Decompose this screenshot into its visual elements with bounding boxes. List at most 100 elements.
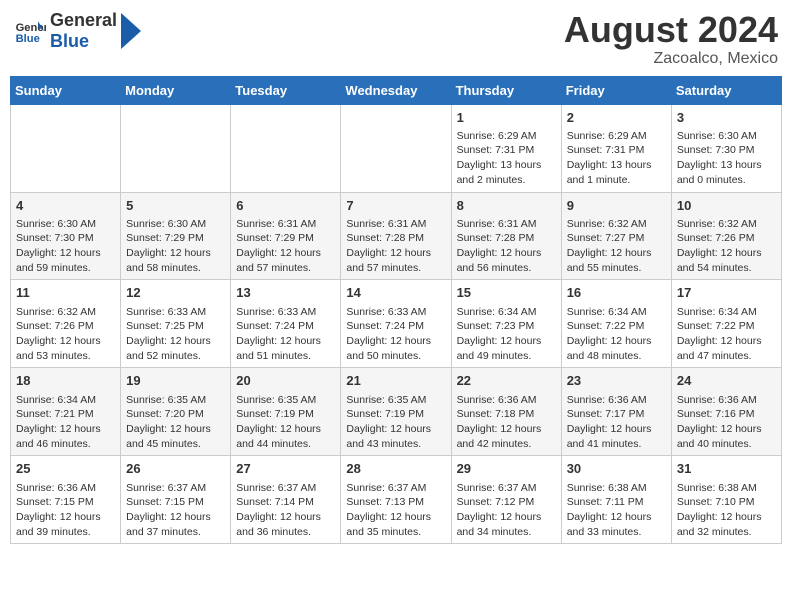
day-number: 6 [236,197,335,215]
day-info-line: Sunrise: 6:31 AM [236,217,335,232]
day-info-line: Daylight: 12 hours [16,246,115,261]
calendar-cell: 25Sunrise: 6:36 AMSunset: 7:15 PMDayligh… [11,456,121,544]
calendar-cell: 18Sunrise: 6:34 AMSunset: 7:21 PMDayligh… [11,368,121,456]
day-info-line: Daylight: 12 hours [346,422,445,437]
calendar-cell: 4Sunrise: 6:30 AMSunset: 7:30 PMDaylight… [11,192,121,280]
day-info-line: Daylight: 12 hours [677,246,776,261]
day-info-line: and 58 minutes. [126,261,225,276]
day-info-line: Sunrise: 6:37 AM [457,481,556,496]
calendar-cell: 11Sunrise: 6:32 AMSunset: 7:26 PMDayligh… [11,280,121,368]
day-info-line: Daylight: 12 hours [457,246,556,261]
day-info-line: Sunrise: 6:32 AM [677,217,776,232]
day-number: 28 [346,460,445,478]
day-info-line: Sunset: 7:26 PM [16,319,115,334]
day-info-line: Sunrise: 6:36 AM [457,393,556,408]
calendar-cell: 22 Sunrise: 6:36 AMSunset: 7:18 PMDayligh… [451,368,561,456]
day-info-line: Sunset: 7:11 PM [567,495,666,510]
day-info-line: and 52 minutes. [126,349,225,364]
calendar-cell: 30Sunrise: 6:38 AMSunset: 7:11 PMDayligh… [561,456,671,544]
day-info-line: Sunset: 7:13 PM [346,495,445,510]
day-info-line: Sunset: 7:14 PM [236,495,335,510]
calendar-week-row: 4Sunrise: 6:30 AMSunset: 7:30 PMDaylight… [11,192,782,280]
calendar-cell: 21Sunrise: 6:35 AMSunset: 7:19 PMDayligh… [341,368,451,456]
day-info-line: and 41 minutes. [567,437,666,452]
day-info-line: Sunrise: 6:34 AM [457,305,556,320]
day-info-line: Daylight: 12 hours [567,422,666,437]
day-info-line: Daylight: 13 hours [677,158,776,173]
day-info-line: Sunset: 7:20 PM [126,407,225,422]
month-year-title: August 2024 [564,10,778,50]
calendar-cell: 7Sunrise: 6:31 AMSunset: 7:28 PMDaylight… [341,192,451,280]
calendar-cell: 13Sunrise: 6:33 AMSunset: 7:24 PMDayligh… [231,280,341,368]
day-info-line: Sunset: 7:27 PM [567,231,666,246]
logo: General Blue General Blue [14,10,141,52]
day-number: 23 [567,372,666,390]
day-info-line: and 49 minutes. [457,349,556,364]
day-info-line: and 44 minutes. [236,437,335,452]
calendar-cell: 2Sunrise: 6:29 AMSunset: 7:31 PMDaylight… [561,104,671,192]
day-number: 14 [346,284,445,302]
day-number: 17 [677,284,776,302]
day-number: 18 [16,372,115,390]
day-info-line: Sunrise: 6:29 AM [567,129,666,144]
day-info-line: and 57 minutes. [236,261,335,276]
calendar-week-row: 1Sunrise: 6:29 AMSunset: 7:31 PMDaylight… [11,104,782,192]
calendar-table: SundayMondayTuesdayWednesdayThursdayFrid… [10,76,782,545]
day-info-line: Sunrise: 6:33 AM [236,305,335,320]
day-info-line: Sunrise: 6:36 AM [677,393,776,408]
calendar-cell: 17Sunrise: 6:34 AMSunset: 7:22 PMDayligh… [671,280,781,368]
day-info-line: Sunset: 7:10 PM [677,495,776,510]
day-info-line: Daylight: 12 hours [677,510,776,525]
day-info-line: Daylight: 12 hours [126,510,225,525]
calendar-cell: 28Sunrise: 6:37 AMSunset: 7:13 PMDayligh… [341,456,451,544]
day-info-line: Sunset: 7:28 PM [346,231,445,246]
day-number: 12 [126,284,225,302]
day-info-line: Sunrise: 6:33 AM [346,305,445,320]
day-info-line: and 46 minutes. [16,437,115,452]
day-info-line: Daylight: 13 hours [567,158,666,173]
day-number: 31 [677,460,776,478]
day-info-line: Daylight: 12 hours [16,510,115,525]
day-info-line: and 54 minutes. [677,261,776,276]
day-info-line: Sunrise: 6:31 AM [457,217,556,232]
day-info-line: Sunset: 7:18 PM [457,407,556,422]
day-info-line: Sunset: 7:24 PM [346,319,445,334]
day-info-line: Daylight: 13 hours [457,158,556,173]
day-info-line: and 36 minutes. [236,525,335,540]
day-number: 11 [16,284,115,302]
day-number: 9 [567,197,666,215]
day-number: 22 [457,372,556,390]
day-info-line: Sunset: 7:16 PM [677,407,776,422]
day-info-line: Sunset: 7:31 PM [457,143,556,158]
day-info-line: Sunrise: 6:36 AM [567,393,666,408]
day-info-line: Sunset: 7:21 PM [16,407,115,422]
day-info-line: Sunset: 7:25 PM [126,319,225,334]
logo-triangle [121,13,141,49]
day-info-line: Sunset: 7:28 PM [457,231,556,246]
calendar-cell: 20Sunrise: 6:35 AMSunset: 7:19 PMDayligh… [231,368,341,456]
day-info-line: Sunset: 7:19 PM [346,407,445,422]
day-info-line: Sunrise: 6:30 AM [677,129,776,144]
calendar-cell [121,104,231,192]
day-info-line: Daylight: 12 hours [677,334,776,349]
day-info-line: Sunrise: 6:35 AM [346,393,445,408]
day-info-line: and 56 minutes. [457,261,556,276]
day-info-line: and 2 minutes. [457,173,556,188]
location-subtitle: Zacoalco, Mexico [564,50,778,68]
day-number: 8 [457,197,556,215]
calendar-cell [231,104,341,192]
day-info-line: and 59 minutes. [16,261,115,276]
day-info-line: Daylight: 12 hours [457,422,556,437]
day-info-line: Sunrise: 6:35 AM [236,393,335,408]
day-info-line: Sunrise: 6:36 AM [16,481,115,496]
day-info-line: Sunrise: 6:35 AM [126,393,225,408]
calendar-cell: 6Sunrise: 6:31 AMSunset: 7:29 PMDaylight… [231,192,341,280]
day-info-line: Sunrise: 6:38 AM [677,481,776,496]
day-header-wednesday: Wednesday [341,76,451,104]
day-info-line: Daylight: 12 hours [457,510,556,525]
day-number: 25 [16,460,115,478]
day-info-line: and 43 minutes. [346,437,445,452]
calendar-cell: 29Sunrise: 6:37 AMSunset: 7:12 PMDayligh… [451,456,561,544]
day-info-line: and 32 minutes. [677,525,776,540]
day-number: 15 [457,284,556,302]
